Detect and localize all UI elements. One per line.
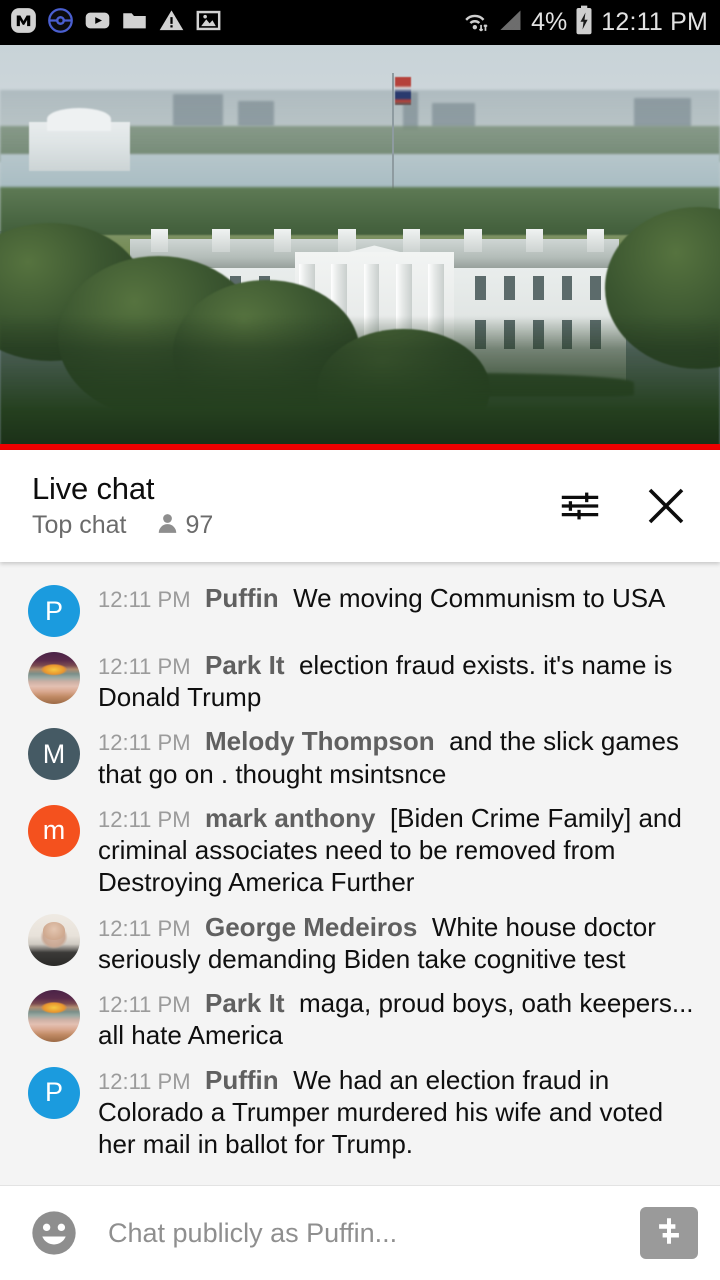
battery-charging-icon (574, 5, 594, 40)
avatar[interactable] (28, 913, 80, 966)
tune-icon[interactable] (556, 482, 604, 530)
chat-message-text: 12:11 PM Puffin We moving Communism to U… (98, 582, 702, 614)
emoji-smiley-icon[interactable] (26, 1205, 82, 1261)
youtube-icon (84, 7, 111, 39)
avatar-photo (28, 913, 80, 966)
video-jefferson-memorial (28, 121, 130, 171)
status-bar-system-icons: 4% 12:11 PM (461, 5, 708, 40)
person-icon (155, 511, 180, 541)
viewer-count-label: 97 (185, 511, 214, 540)
avatar-photo (28, 652, 80, 704)
avatar-photo (28, 990, 80, 1043)
image-icon (195, 7, 222, 39)
dollar-icon (652, 1214, 686, 1253)
video-player[interactable] (0, 45, 720, 450)
live-chat-message-list[interactable]: P 12:11 PM Puffin We moving Communism to … (0, 562, 720, 1185)
chat-message-author[interactable]: Park It (205, 650, 285, 680)
chat-message-timestamp: 12:11 PM (98, 992, 191, 1018)
status-bar-notification-icons (10, 7, 222, 39)
chat-message-timestamp: 12:11 PM (98, 915, 191, 941)
warning-triangle-icon (158, 7, 185, 39)
live-chat-header-text: Live chat Top chat 97 (32, 471, 556, 541)
battery-percent-label: 4% (531, 8, 568, 36)
chat-mode-label[interactable]: Top chat (32, 511, 127, 540)
app-root: 4% 12:11 PM Live chat Top chat 97 P 12:1… (0, 0, 720, 1280)
avatar[interactable]: P (28, 1066, 80, 1119)
avatar[interactable] (28, 990, 80, 1043)
avatar-initial: P (44, 595, 63, 626)
avatar-initial: P (44, 1077, 63, 1108)
live-chat-header-actions (556, 482, 698, 530)
chat-message-timestamp: 12:11 PM (98, 587, 191, 612)
chat-message-author[interactable]: mark anthony (205, 803, 376, 833)
live-chat-header: Live chat Top chat 97 (0, 450, 720, 562)
clock-label: 12:11 PM (601, 8, 708, 36)
chat-message-body: 12:11 PM mark anthony [Biden Crime Famil… (98, 802, 702, 899)
viewer-count-group: 97 (155, 511, 214, 541)
chat-message-body: 12:11 PM Puffin We moving Communism to U… (98, 582, 702, 614)
chat-message[interactable]: 12:11 PM Park It maga, proud boys, oath … (0, 981, 720, 1057)
chat-message-body: 12:11 PM Melody Thompson and the slick g… (98, 725, 702, 789)
m-app-icon (10, 7, 37, 39)
pokeball-icon (47, 7, 74, 39)
superchat-button[interactable] (640, 1207, 698, 1259)
chat-message-text: 12:11 PM George Medeiros White house doc… (98, 911, 702, 975)
chat-message-timestamp: 12:11 PM (98, 730, 191, 756)
cell-signal-icon (498, 7, 524, 38)
chat-message[interactable]: P 12:11 PM Puffin We had an election frau… (0, 1058, 720, 1167)
avatar-initial: m (42, 815, 66, 846)
close-icon[interactable] (642, 482, 690, 530)
chat-message-content: We moving Communism to USA (293, 583, 666, 613)
chat-input-bar (0, 1185, 720, 1280)
chat-message-timestamp: 12:11 PM (98, 1068, 191, 1094)
avatar-initial: M (42, 738, 66, 769)
avatar[interactable] (28, 652, 80, 704)
avatar[interactable]: M (28, 728, 80, 781)
chat-message-body: 12:11 PM George Medeiros White house doc… (98, 911, 702, 975)
chat-message-text: 12:11 PM Park It maga, proud boys, oath … (98, 987, 702, 1051)
video-frame-whitehouse (0, 45, 720, 450)
chat-message-timestamp: 12:11 PM (98, 654, 191, 679)
chat-message-author[interactable]: George Medeiros (205, 912, 417, 942)
chat-input[interactable] (86, 1217, 636, 1249)
video-foreground-trees (0, 316, 720, 450)
wifi-data-icon (461, 6, 491, 39)
chat-message[interactable]: m 12:11 PM mark anthony [Biden Crime Fami… (0, 796, 720, 905)
chat-message-body: 12:11 PM Park It election fraud exists. … (98, 649, 702, 713)
chat-message[interactable]: M 12:11 PM Melody Thompson and the slick … (0, 719, 720, 795)
chat-message[interactable]: P 12:11 PM Puffin We moving Communism to … (0, 576, 720, 643)
chat-message-author[interactable]: Park It (205, 988, 285, 1018)
chat-message-text: 12:11 PM mark anthony [Biden Crime Famil… (98, 802, 702, 899)
video-flag (394, 77, 411, 106)
live-chat-subheader: Top chat 97 (32, 511, 556, 541)
page-title: Live chat (32, 471, 155, 507)
avatar[interactable]: P (28, 585, 80, 637)
chat-message-body: 12:11 PM Park It maga, proud boys, oath … (98, 987, 702, 1051)
folder-icon (121, 7, 148, 39)
chat-message-body: 12:11 PM Puffin We had an election fraud… (98, 1064, 702, 1161)
chat-message-timestamp: 12:11 PM (98, 806, 191, 832)
status-bar: 4% 12:11 PM (0, 0, 720, 45)
chat-message-author[interactable]: Melody Thompson (205, 726, 435, 756)
chat-message-text: 12:11 PM Melody Thompson and the slick g… (98, 725, 702, 789)
chat-message[interactable]: 12:11 PM George Medeiros White house doc… (0, 905, 720, 981)
chat-message-text: 12:11 PM Park It election fraud exists. … (98, 649, 702, 713)
avatar[interactable]: m (28, 804, 80, 857)
chat-message-author[interactable]: Puffin (205, 583, 279, 613)
chat-message-text: 12:11 PM Puffin We had an election fraud… (98, 1064, 702, 1161)
chat-message[interactable]: 12:11 PM Park It election fraud exists. … (0, 643, 720, 719)
chat-message-author[interactable]: Puffin (205, 1065, 279, 1095)
